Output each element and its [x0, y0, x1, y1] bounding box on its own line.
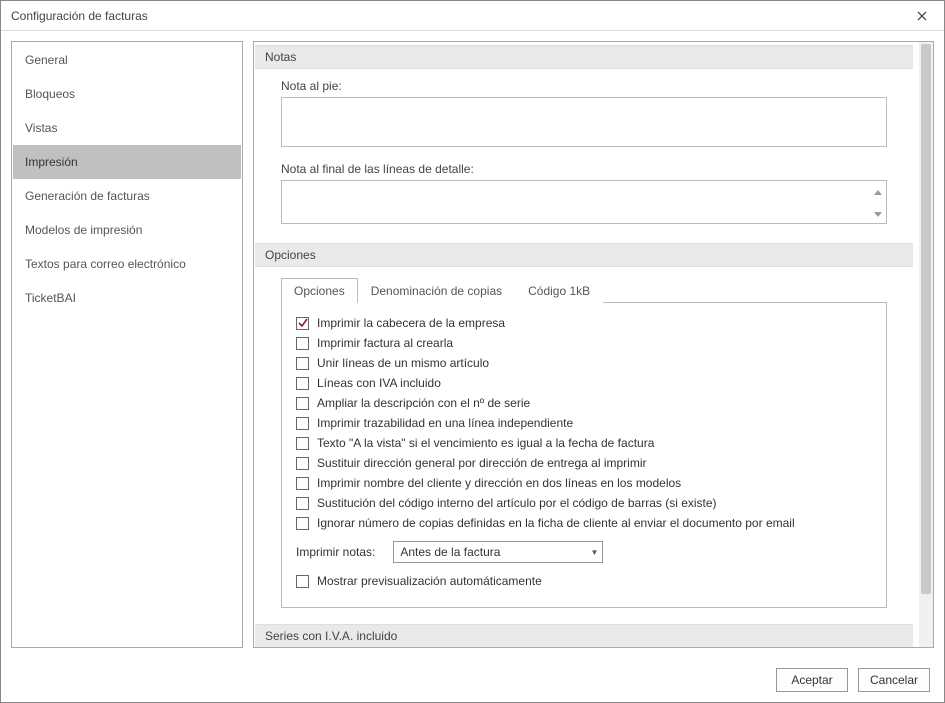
textarea-nota-al-pie[interactable] — [281, 97, 887, 147]
checkbox-label-cabecera: Imprimir la cabecera de la empresa — [317, 316, 505, 330]
cancel-button[interactable]: Cancelar — [858, 668, 930, 692]
chevron-up-icon — [874, 190, 882, 195]
dialog-window: Configuración de facturas GeneralBloqueo… — [0, 0, 945, 703]
row-imprimir-notas: Imprimir notas: Antes de la factura ▼ — [296, 533, 872, 571]
sidebar-item-gen-facturas[interactable]: Generación de facturas — [13, 179, 241, 213]
tabstrip: OpcionesDenominación de copiasCódigo 1kB — [281, 277, 887, 303]
checkbox-row-serie: Ampliar la descripción con el nº de seri… — [296, 393, 872, 413]
checkbox-unir[interactable] — [296, 357, 309, 370]
checkbox-iva[interactable] — [296, 377, 309, 390]
tab-opciones[interactable]: Opciones — [281, 278, 358, 303]
scroll-up-button[interactable] — [870, 181, 886, 204]
select-value: Antes de la factura — [400, 545, 500, 559]
checkbox-doslineas[interactable] — [296, 477, 309, 490]
checkbox-row-previs: Mostrar previsualización automáticamente — [296, 571, 872, 591]
checkbox-trazab[interactable] — [296, 417, 309, 430]
textarea-nota-detalle[interactable] — [281, 180, 887, 224]
dialog-body: GeneralBloqueosVistasImpresiónGeneración… — [1, 31, 944, 658]
checkbox-label-cbarras: Sustitución del código interno del artíc… — [317, 496, 717, 510]
checkbox-row-ncopias: Ignorar número de copias definidas en la… — [296, 513, 872, 533]
close-button[interactable] — [899, 1, 944, 31]
label-imprimir-notas: Imprimir notas: — [296, 545, 375, 559]
checkbox-label-ncopias: Ignorar número de copias definidas en la… — [317, 516, 795, 530]
section-title-series: Series con I.V.A. incluido — [255, 624, 913, 647]
sidebar-item-ticketbai[interactable]: TicketBAI — [13, 281, 241, 315]
checkbox-label-previs: Mostrar previsualización automáticamente — [317, 574, 542, 588]
checkbox-cbarras[interactable] — [296, 497, 309, 510]
checkbox-row-unir: Unir líneas de un mismo artículo — [296, 353, 872, 373]
checkbox-row-iva: Líneas con IVA incluido — [296, 373, 872, 393]
checkbox-row-crearla: Imprimir factura al crearla — [296, 333, 872, 353]
select-imprimir-notas[interactable]: Antes de la factura ▼ — [393, 541, 603, 563]
checkbox-row-alavista: Texto "A la vista" si el vencimiento es … — [296, 433, 872, 453]
checkbox-label-alavista: Texto "A la vista" si el vencimiento es … — [317, 436, 654, 450]
section-title-notas: Notas — [255, 45, 913, 69]
checkbox-label-iva: Líneas con IVA incluido — [317, 376, 441, 390]
sidebar-item-impresion[interactable]: Impresión — [13, 145, 241, 179]
main-scrollbar-thumb[interactable] — [921, 44, 931, 594]
close-icon — [917, 11, 927, 21]
checkbox-label-dirent: Sustituir dirección general por direcció… — [317, 456, 646, 470]
checkbox-row-dirent: Sustituir dirección general por direcció… — [296, 453, 872, 473]
section-body-opciones: OpcionesDenominación de copiasCódigo 1kB… — [255, 267, 913, 622]
label-nota-detalle: Nota al final de las líneas de detalle: — [281, 162, 887, 176]
tab-content-opciones: Imprimir la cabecera de la empresa Imprim… — [281, 303, 887, 608]
checkbox-cabecera[interactable] — [296, 317, 309, 330]
checkbox-crearla[interactable] — [296, 337, 309, 350]
checkbox-label-doslineas: Imprimir nombre del cliente y dirección … — [317, 476, 681, 490]
chevron-down-icon — [874, 212, 882, 217]
checkbox-previs[interactable] — [296, 575, 309, 588]
section-body-notas: Nota al pie: Nota al final de las líneas… — [255, 69, 913, 241]
accept-button[interactable]: Aceptar — [776, 668, 848, 692]
sidebar-item-bloqueos[interactable]: Bloqueos — [13, 77, 241, 111]
checkbox-row-doslineas: Imprimir nombre del cliente y dirección … — [296, 473, 872, 493]
checkbox-row-cabecera: Imprimir la cabecera de la empresa — [296, 313, 872, 333]
scroll-vertical — [870, 181, 886, 226]
checkbox-label-serie: Ampliar la descripción con el nº de seri… — [317, 396, 530, 410]
titlebar: Configuración de facturas — [1, 1, 944, 31]
window-title: Configuración de facturas — [11, 9, 148, 23]
checkbox-ncopias[interactable] — [296, 517, 309, 530]
dialog-footer: Aceptar Cancelar — [1, 658, 944, 702]
checkbox-row-trazab: Imprimir trazabilidad en una línea indep… — [296, 413, 872, 433]
scroll-down-button[interactable] — [870, 204, 886, 227]
main-panel: Notas Nota al pie: Nota al final de las … — [253, 41, 934, 648]
checkbox-label-unir: Unir líneas de un mismo artículo — [317, 356, 489, 370]
main-content: Notas Nota al pie: Nota al final de las … — [254, 42, 919, 647]
section-title-opciones: Opciones — [255, 243, 913, 267]
sidebar-item-modelos[interactable]: Modelos de impresión — [13, 213, 241, 247]
tab-c1kb[interactable]: Código 1kB — [515, 278, 603, 303]
chevron-down-icon: ▼ — [590, 548, 598, 557]
checkbox-label-trazab: Imprimir trazabilidad en una línea indep… — [317, 416, 573, 430]
checkbox-label-crearla: Imprimir factura al crearla — [317, 336, 453, 350]
sidebar: GeneralBloqueosVistasImpresiónGeneración… — [11, 41, 243, 648]
checkbox-dirent[interactable] — [296, 457, 309, 470]
checkbox-serie[interactable] — [296, 397, 309, 410]
sidebar-item-correo[interactable]: Textos para correo electrónico — [13, 247, 241, 281]
sidebar-item-general[interactable]: General — [13, 43, 241, 77]
tab-denom[interactable]: Denominación de copias — [358, 278, 515, 303]
main-scrollbar[interactable] — [919, 42, 933, 647]
sidebar-item-vistas[interactable]: Vistas — [13, 111, 241, 145]
label-nota-al-pie: Nota al pie: — [281, 79, 887, 93]
checkbox-alavista[interactable] — [296, 437, 309, 450]
checkbox-row-cbarras: Sustitución del código interno del artíc… — [296, 493, 872, 513]
